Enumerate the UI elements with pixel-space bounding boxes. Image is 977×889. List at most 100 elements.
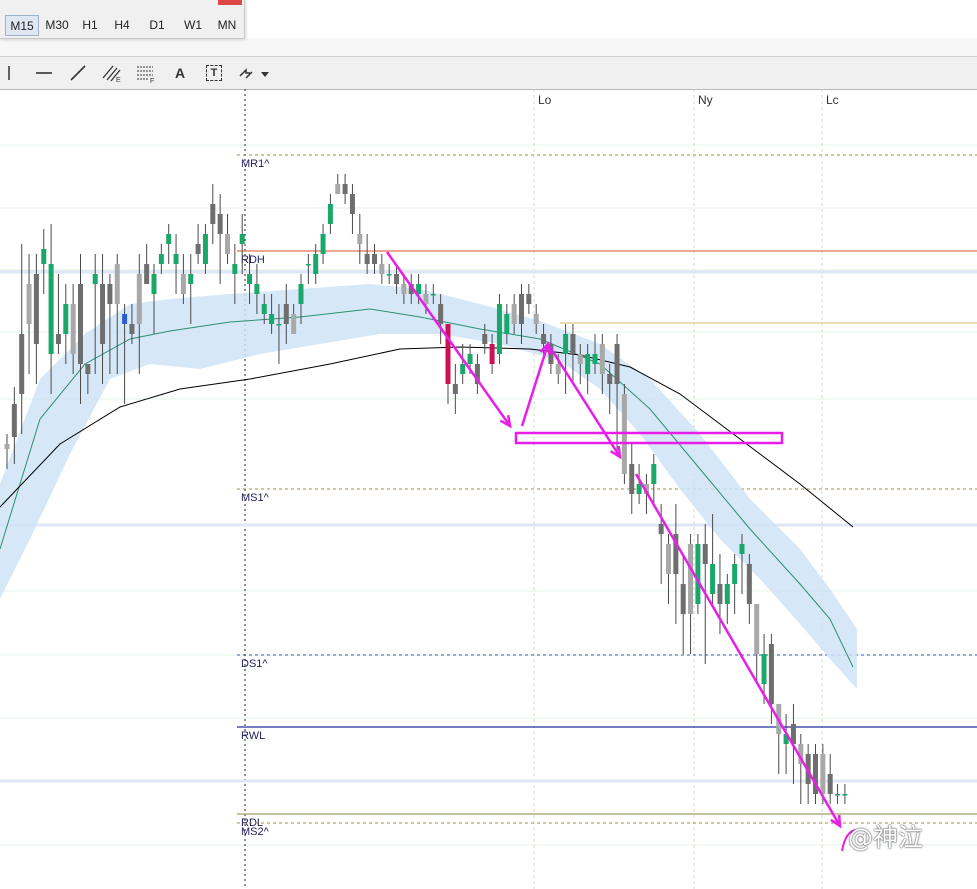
candle: [651, 454, 657, 504]
window-close-strip[interactable]: [218, 0, 242, 5]
candle-body: [335, 184, 341, 194]
trendline-icon[interactable]: [64, 57, 92, 89]
fibonacci-levels-icon[interactable]: F: [132, 57, 160, 89]
candle-body: [570, 334, 576, 354]
candle-body: [188, 274, 194, 284]
candle-body: [195, 244, 201, 254]
price-chart[interactable]: Lo Ny LcMR1^RDHMS1^DS1^RWLRDLMS2^: [0, 89, 977, 889]
candle: [695, 534, 701, 614]
candle: [842, 784, 848, 804]
candle-body: [460, 364, 466, 374]
candle-body: [166, 234, 172, 244]
candle-body: [254, 284, 260, 294]
candle: [724, 574, 730, 624]
candle-body: [533, 314, 539, 324]
vertical-line-icon[interactable]: [0, 57, 18, 89]
candle: [526, 284, 532, 314]
drawing-toolbar: E F A T: [0, 56, 977, 90]
candle-body: [48, 264, 54, 354]
candle-body: [577, 354, 583, 364]
timeframe-mn-button[interactable]: MN: [212, 15, 242, 36]
candle-body: [658, 524, 664, 534]
candle-body: [136, 274, 142, 324]
timeframe-m30-button[interactable]: M30: [40, 15, 74, 36]
session-label-lc: Lc: [826, 93, 839, 107]
candle-body: [754, 604, 760, 654]
candle-body: [541, 334, 547, 344]
candle-body: [695, 544, 701, 604]
annotation-arrow-up: [520, 343, 550, 427]
candle-body: [401, 284, 407, 294]
candle: [349, 184, 355, 234]
text-icon[interactable]: A: [166, 57, 194, 89]
candle-body: [269, 314, 275, 324]
candle-body: [202, 234, 208, 264]
candle-body: [482, 334, 488, 344]
candle-body: [19, 334, 25, 394]
timeframe-m15-button[interactable]: M15: [5, 15, 39, 36]
text-label-icon[interactable]: T: [200, 57, 228, 89]
horizontal-line-icon[interactable]: [30, 57, 58, 89]
candle-body: [217, 214, 223, 234]
candle-body: [70, 304, 76, 354]
candle-body: [607, 374, 613, 384]
timeframe-h1-button[interactable]: H1: [76, 15, 104, 36]
level-label-mr1: MR1^: [241, 158, 270, 170]
candle-body: [666, 544, 671, 574]
level-label-rwl: RWL: [241, 730, 265, 742]
ema-band: [0, 284, 857, 689]
candle-body: [114, 264, 120, 304]
candle: [180, 254, 186, 304]
candle-body: [85, 364, 91, 374]
timeframe-d1-button[interactable]: D1: [143, 15, 171, 36]
candle-body: [835, 794, 841, 796]
candle-body: [710, 564, 716, 594]
candle-body: [129, 324, 135, 334]
candle: [379, 254, 385, 284]
candle-body: [276, 324, 282, 326]
candle-body: [291, 314, 297, 334]
candle-body: [827, 774, 833, 794]
candle-body: [364, 254, 370, 264]
candle-body: [173, 254, 179, 264]
candle-body: [33, 274, 39, 344]
candle: [313, 244, 319, 284]
candle-body: [232, 264, 238, 274]
timeframe-h4-button[interactable]: H4: [108, 15, 136, 36]
candle: [776, 704, 782, 774]
candle-body: [92, 274, 98, 284]
candle-body: [636, 484, 642, 494]
timeframe-w1-button[interactable]: W1: [178, 15, 208, 36]
candle-body: [724, 584, 730, 604]
fibonacci-channel-icon[interactable]: E: [98, 57, 126, 89]
candle: [342, 174, 348, 204]
candle: [335, 174, 341, 194]
candle-body: [467, 354, 473, 364]
candle: [320, 224, 326, 264]
session-label-ny: Ny: [698, 93, 713, 107]
candle-body: [225, 234, 230, 254]
candle: [732, 554, 738, 614]
candle-body: [320, 234, 326, 254]
candle: [166, 224, 172, 264]
candle-body: [26, 284, 32, 324]
session-label-lo: Lo: [538, 93, 552, 107]
candle: [835, 784, 841, 804]
candle: [827, 754, 833, 804]
candle-body: [496, 304, 502, 354]
candle-body: [41, 249, 47, 264]
candle-body: [732, 564, 738, 584]
candle-body: [563, 334, 569, 354]
svg-text:E: E: [116, 77, 121, 83]
candle-body: [158, 254, 164, 264]
candle: [452, 364, 458, 414]
candle-body: [489, 344, 495, 364]
candle-body: [438, 304, 444, 324]
arrows-icon[interactable]: [234, 57, 274, 89]
candle-body: [842, 794, 848, 796]
candle-body: [739, 544, 745, 554]
candle-body: [585, 354, 591, 374]
candle: [496, 294, 502, 364]
candle-body: [180, 274, 186, 294]
candle: [364, 234, 370, 274]
